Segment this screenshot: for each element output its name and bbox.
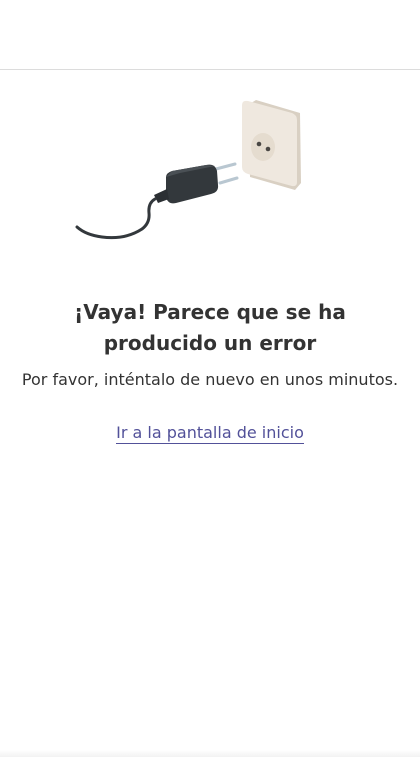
error-title: ¡Vaya! Parece que se ha producido un err… (74, 300, 346, 355)
top-bar (0, 0, 420, 70)
unplugged-charger-icon (70, 95, 310, 245)
home-link[interactable]: Ir a la pantalla de inicio (116, 423, 304, 444)
bottom-strip (0, 750, 420, 757)
error-message: Por favor, inténtalo de nuevo en unos mi… (21, 370, 399, 389)
error-page: ¡Vaya! Parece que se ha producido un err… (0, 0, 420, 757)
home-link-container: Ir a la pantalla de inicio (0, 421, 420, 445)
